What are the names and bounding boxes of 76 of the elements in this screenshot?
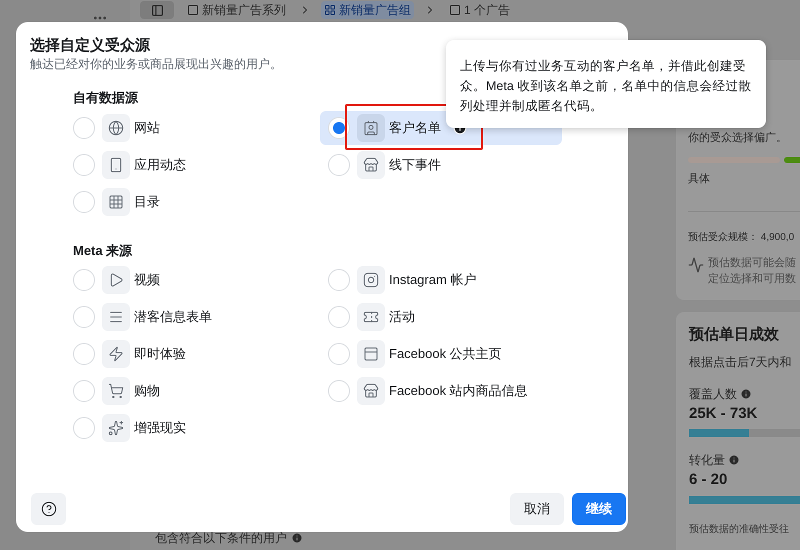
radio-button[interactable] [73, 154, 95, 176]
info-icon[interactable] [740, 388, 752, 400]
radio-button[interactable] [73, 190, 95, 212]
play-icon [102, 266, 130, 294]
store-icon [357, 150, 385, 178]
section-heading: 自有数据源 [73, 89, 138, 107]
contact-card-icon [357, 114, 385, 142]
radio-button[interactable] [328, 154, 350, 176]
help-button[interactable] [31, 493, 66, 525]
radio-button[interactable] [328, 380, 350, 402]
shop-icon [357, 377, 385, 405]
page-icon [449, 4, 461, 16]
option-label: 目录 [134, 192, 160, 211]
results-title: 预估单日成效 [689, 325, 780, 345]
cart-icon [102, 377, 130, 405]
option-label: 增强现实 [134, 419, 186, 438]
ticket-icon [357, 303, 385, 331]
option-label: Facebook 站内商品信息 [389, 382, 528, 400]
radio-button[interactable] [328, 116, 350, 138]
cancel-button[interactable]: 取消 [510, 493, 564, 525]
instagram-icon [357, 266, 385, 294]
option-label: Instagram 帐户 [389, 271, 476, 290]
metric-value: 25K - 73K [689, 404, 758, 424]
phone-icon [102, 150, 130, 178]
metric-value: 6 - 20 [689, 470, 728, 490]
lines-icon [102, 303, 130, 331]
breadcrumb-item[interactable]: 1 个广告 [446, 1, 514, 19]
radio-button[interactable] [73, 306, 95, 328]
radio-button[interactable] [328, 269, 350, 291]
radio-button[interactable] [73, 417, 95, 439]
lightning-icon [102, 340, 130, 368]
option-label: 客户名单 [389, 118, 441, 137]
grid-icon [102, 188, 130, 216]
page-icon [357, 340, 385, 368]
tooltip: 上传与你有过业务互动的客户名单，并借此创建受众。Meta 收到该名单之前，名单中的信息会经过散列处理并制成匿名代码。 [446, 40, 766, 128]
grid-icon [324, 4, 336, 16]
meter-label: 具体 [688, 172, 711, 186]
metric-label: 覆盖人数 [689, 386, 737, 402]
info-icon [291, 532, 303, 544]
page-icon [187, 4, 199, 16]
option-label: 网站 [134, 118, 160, 137]
estimate-hint: 预估数据可能会随 [708, 256, 796, 271]
trend-icon [688, 257, 704, 273]
info-icon[interactable] [728, 454, 740, 466]
option-label: 应用动态 [134, 156, 186, 174]
option-label: 视频 [134, 271, 160, 290]
dialog-subtitle: 触达已经对你的业务或商品展现出兴趣的用户。 [30, 56, 282, 72]
metric-label: 转化量 [689, 452, 725, 469]
breadcrumb-item[interactable]: 新销量广告组 [321, 1, 414, 19]
option-label: 即时体验 [134, 345, 186, 364]
radio-button[interactable] [73, 343, 95, 365]
radio-button[interactable] [73, 116, 95, 138]
globe-icon [102, 114, 130, 142]
sidebar-icon [150, 4, 164, 16]
continue-button[interactable]: 继续 [572, 493, 626, 525]
estimate-hint: 定位选择和可用数 [708, 272, 796, 287]
radio-button[interactable] [73, 380, 95, 402]
results-footnote: 预估数据的准确性受往 [689, 522, 790, 536]
breadcrumb-item[interactable]: 新销量广告系列 [184, 1, 289, 19]
option-label: 购物 [134, 382, 160, 400]
option-label: 活动 [389, 308, 415, 326]
condition-text: 包含符合以下条件的用户 [155, 530, 287, 547]
sidebar-toggle-button[interactable] [140, 1, 174, 19]
option-label: 线下事件 [389, 156, 441, 174]
audience-size: 预估受众规模： 4,900,0 [688, 230, 796, 245]
option-label: Facebook 公共主页 [389, 345, 502, 364]
sparkles-icon [102, 414, 130, 442]
option-label: 潜客信息表单 [134, 308, 212, 326]
dialog-title: 选择自定义受众源 [30, 36, 152, 56]
section-heading: Meta 来源 [73, 242, 132, 260]
help-icon [40, 501, 56, 517]
audience-note: 你的受众选择偏广。 [688, 130, 788, 146]
radio-button[interactable] [328, 306, 350, 328]
radio-button[interactable] [73, 269, 95, 291]
radio-button[interactable] [328, 343, 350, 365]
results-subtitle: 根据点击后7天内和 [689, 354, 793, 370]
